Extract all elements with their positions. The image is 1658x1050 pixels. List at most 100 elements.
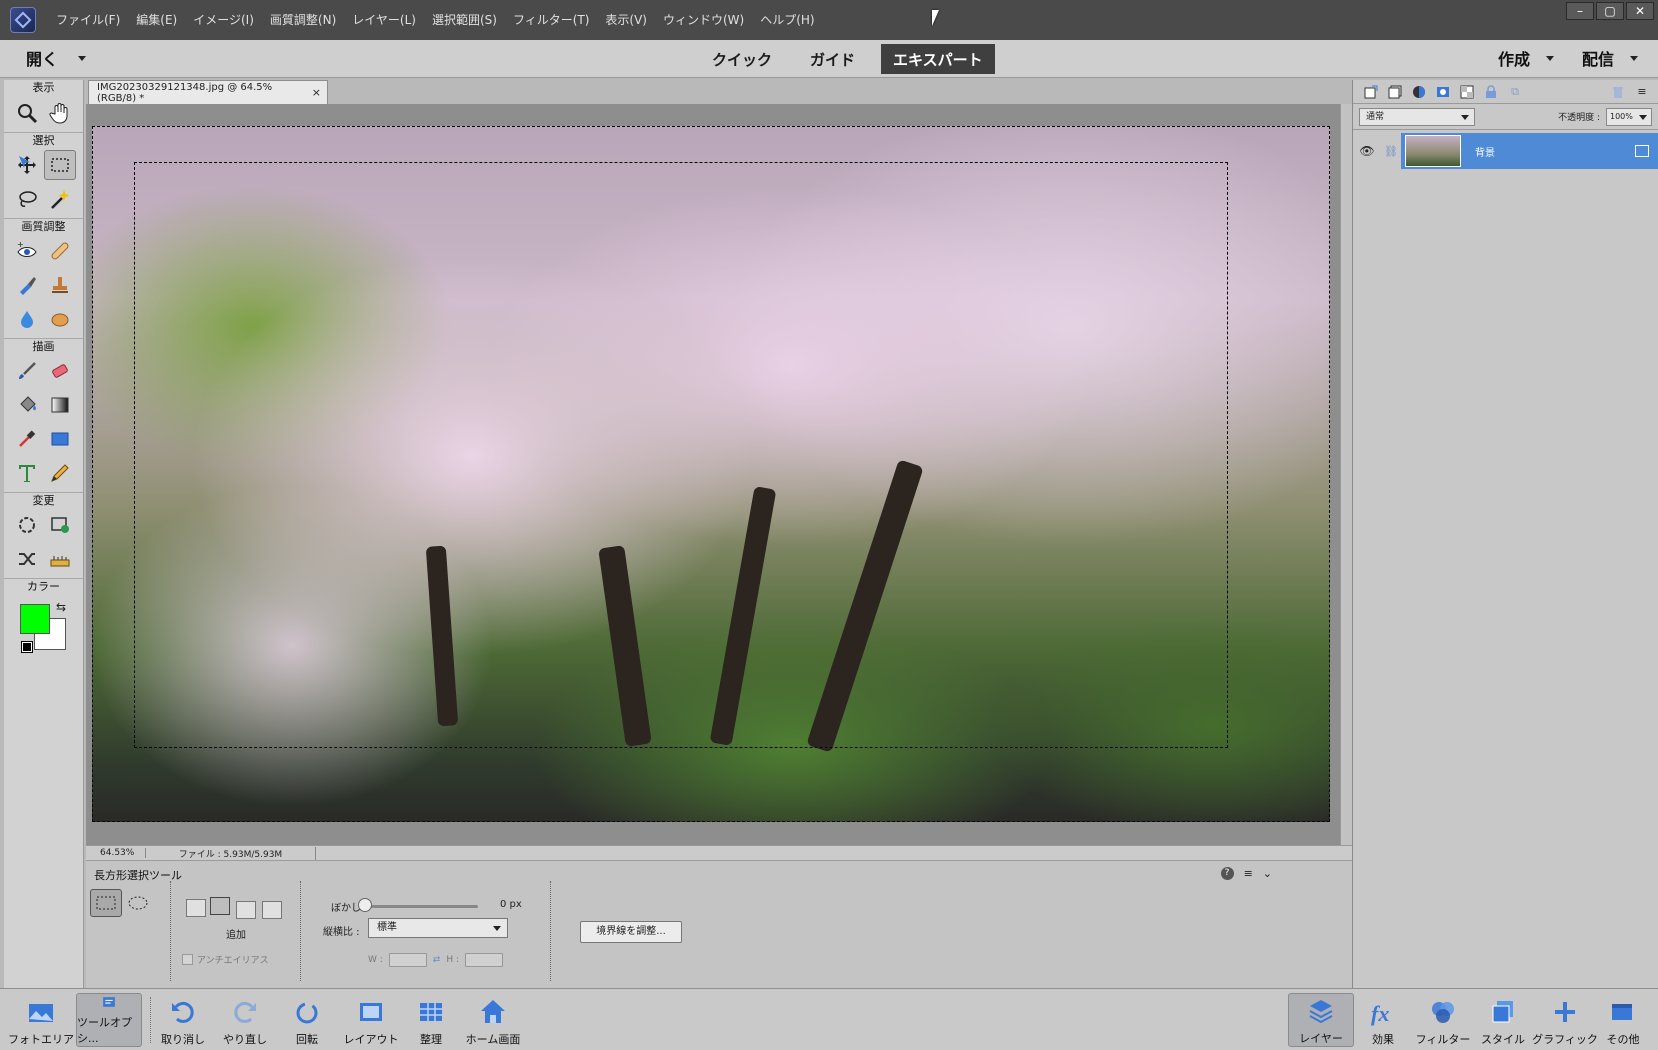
straighten-tool[interactable] [44,544,76,574]
layer-mask-icon[interactable] [1435,84,1451,100]
menu-enhance[interactable]: 画質調整(N) [262,0,344,40]
antialias-checkbox[interactable]: アンチエイリアス [182,953,269,966]
swap-icon[interactable]: ⇄ [433,955,441,965]
minimize-button[interactable]: – [1566,2,1594,20]
move-tool[interactable] [11,150,43,180]
lasso-tool[interactable] [11,184,43,214]
height-input[interactable] [465,953,504,967]
tab-quick[interactable]: クイック [700,44,784,74]
rectangle-marquee-option[interactable] [90,889,122,917]
photo-bin-icon [29,1004,53,1022]
new-layer-icon[interactable] [1363,84,1379,100]
gradient-tool[interactable] [44,390,76,420]
rectangle-shape-tool[interactable] [44,424,76,454]
more-button[interactable]: その他 [1590,993,1656,1047]
opacity-select[interactable]: 100% [1606,107,1652,126]
close-button[interactable]: ✕ [1626,2,1654,20]
tool-options-icon [103,997,115,1007]
blend-mode-select[interactable]: 通常 [1359,107,1475,126]
menu-help[interactable]: ヘルプ(H) [752,0,822,40]
home-screen-button[interactable]: ホーム画面 [460,993,526,1047]
menu-edit[interactable]: 編集(E) [128,0,185,40]
canvas-area[interactable] [86,104,1340,845]
sponge-tool[interactable] [44,304,76,334]
type-tool[interactable] [11,458,43,488]
spot-healing-tool[interactable] [44,236,76,266]
default-colors-icon[interactable] [21,641,33,653]
menu-layer[interactable]: レイヤー(L) [344,0,424,40]
aspect-ratio-select[interactable]: 標準 [368,918,508,938]
lock-transparency-icon[interactable] [1459,84,1475,100]
document-tab[interactable]: IMG20230329121348.jpg @ 64.5%(RGB/8) * × [88,80,328,104]
graphics-button[interactable]: グラフィック [1532,993,1598,1047]
create-button[interactable]: 作成 [1498,46,1554,70]
effects-button[interactable]: fx 効果 [1350,993,1416,1047]
trash-icon[interactable] [1610,84,1626,100]
filters-button[interactable]: フィルター [1410,993,1476,1047]
hand-tool[interactable] [44,98,76,128]
rotate-button[interactable]: 回転 [274,993,340,1047]
organize-button[interactable]: 整理 [398,993,464,1047]
menu-file[interactable]: ファイル(F) [48,0,128,40]
lock-icon[interactable] [1483,84,1499,100]
help-icon[interactable]: ? [1220,867,1234,880]
smart-brush-tool[interactable] [11,270,43,300]
close-icon[interactable]: × [312,86,321,99]
menu-filter[interactable]: フィルター(T) [505,0,597,40]
undo-button[interactable]: 取り消し [150,993,216,1047]
elliptical-marquee-option[interactable] [122,889,154,917]
redo-button[interactable]: やり直し [212,993,278,1047]
layers-button[interactable]: レイヤー [1288,993,1354,1047]
refine-edge-button[interactable]: 境界線を調整... [580,921,682,943]
width-input[interactable] [388,953,427,967]
maximize-button[interactable]: ▢ [1596,2,1624,20]
collapse-panel-icon[interactable]: ⌄ [1263,867,1272,880]
intersect-selection-mode[interactable] [262,901,282,919]
new-group-icon[interactable] [1387,84,1403,100]
visibility-eye-icon[interactable]: 👁 [1353,144,1381,158]
panel-menu-icon[interactable]: ≡ [1634,84,1650,100]
pencil-tool[interactable] [44,458,76,488]
menu-select[interactable]: 選択範囲(S) [424,0,505,40]
clone-stamp-tool[interactable] [44,270,76,300]
menu-window[interactable]: ウィンドウ(W) [655,0,752,40]
content-aware-move-tool[interactable] [11,544,43,574]
vertical-scrollbar[interactable] [1340,104,1352,845]
recompose-tool[interactable] [44,510,76,540]
photo-canvas[interactable] [92,126,1330,822]
layer-row[interactable]: 👁 ⛓ 背景 [1353,132,1658,170]
styles-button[interactable]: スタイル [1470,993,1536,1047]
subtract-selection-mode[interactable] [236,901,256,919]
eyedropper-tool[interactable] [11,424,43,454]
open-button[interactable]: 開く [26,46,87,70]
eraser-tool[interactable] [44,356,76,386]
tab-expert[interactable]: エキスパート [881,44,995,74]
zoom-tool[interactable] [11,98,43,128]
magic-wand-tool[interactable] [44,184,76,214]
menu-image[interactable]: イメージ(I) [185,0,262,40]
selected-layer[interactable]: 背景 [1401,133,1658,169]
feather-slider-handle[interactable] [358,898,372,912]
rectangular-marquee-tool[interactable] [44,150,77,180]
right-mode-buttons: 作成 配信 [1498,46,1638,70]
panel-menu-icon[interactable]: ≡ [1244,867,1253,880]
tab-guided[interactable]: ガイド [798,44,867,74]
link-layers-icon[interactable]: ⧉ [1507,84,1523,100]
menu-view[interactable]: 表示(V) [597,0,655,40]
tool-options-button[interactable]: ツールオプシ... [76,993,142,1047]
photo-bin-button[interactable]: フォトエリア [8,993,74,1047]
layer-link-icon[interactable]: ⛓ [1381,145,1401,158]
red-eye-tool[interactable]: + [11,236,43,266]
paint-bucket-tool[interactable] [11,390,43,420]
new-selection-mode[interactable] [186,899,206,917]
brush-tool[interactable] [11,356,43,386]
layout-button[interactable]: レイアウト [338,993,404,1047]
feather-slider[interactable] [364,905,478,908]
swap-colors-icon[interactable]: ⇆ [56,600,66,614]
add-selection-mode[interactable] [210,897,230,915]
share-button[interactable]: 配信 [1582,46,1638,70]
adjustment-layer-icon[interactable] [1411,84,1427,100]
foreground-color-swatch[interactable] [20,604,50,634]
crop-tool[interactable] [11,510,43,540]
blur-tool[interactable] [11,304,43,334]
